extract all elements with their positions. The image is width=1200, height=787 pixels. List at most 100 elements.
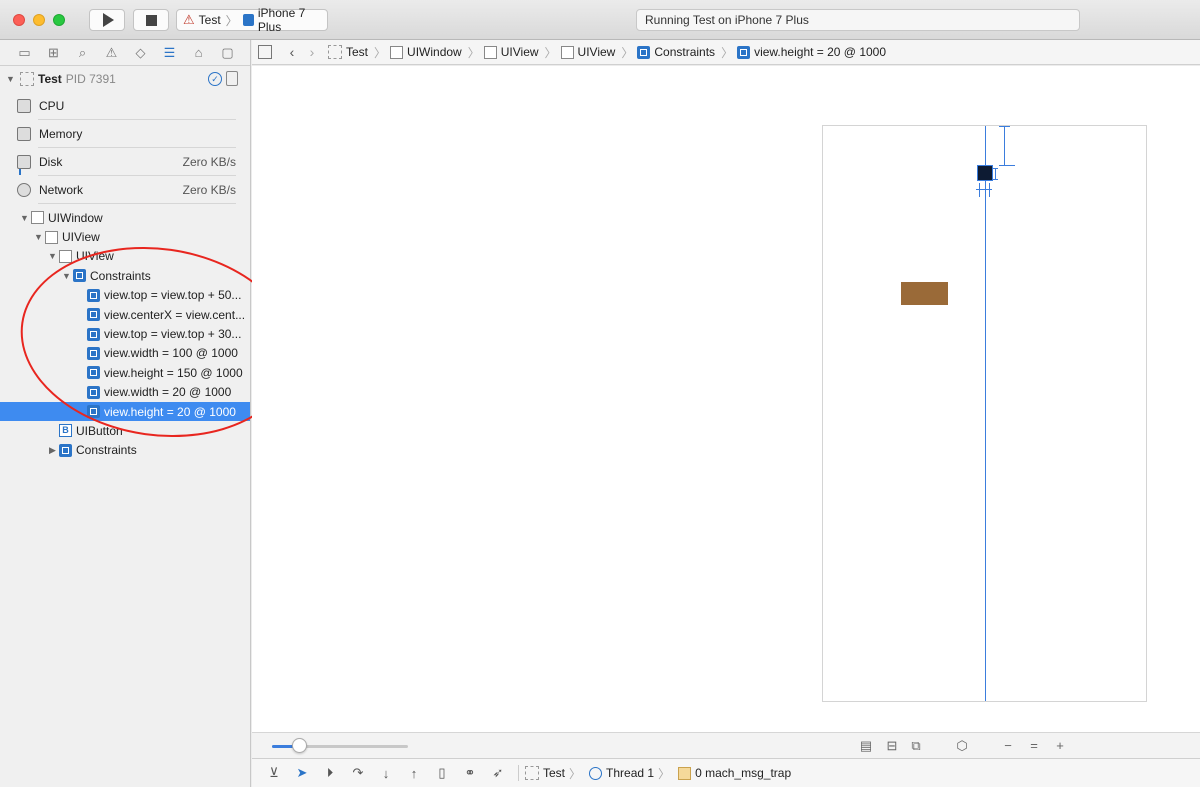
constraints-group-icon <box>59 443 72 457</box>
breadcrumb-item[interactable]: UIView 〉 <box>560 44 633 61</box>
constraints-group-icon <box>73 269 86 283</box>
gauge-memory[interactable]: Memory <box>0 120 250 148</box>
orient-3d-icon[interactable]: ⬡ <box>954 738 970 754</box>
gauge-label: Disk <box>39 155 63 169</box>
tree-row[interactable]: view.top = view.top + 30... <box>0 324 250 343</box>
tree-row-label: UIView <box>76 249 114 264</box>
tree-row[interactable]: view.top = view.top + 50... <box>0 286 250 305</box>
report-icon[interactable]: ▢ <box>213 43 242 63</box>
navigator-tabs: ▭ ⊞ ⌕ ⚠ ◇ ☰ ⌂ ▢ <box>0 40 250 66</box>
gauge-disk[interactable]: Disk Zero KB/s <box>0 148 250 176</box>
constraint-cap <box>993 179 998 180</box>
disclosure-open-icon[interactable]: ▼ <box>60 271 73 281</box>
tree-row[interactable]: ▼ UIWindow <box>0 208 250 227</box>
thread-icon <box>589 766 603 780</box>
disclosure-open-icon[interactable]: ▼ <box>46 251 59 261</box>
selected-view[interactable] <box>977 165 993 181</box>
process-pid: PID 7391 <box>65 72 116 86</box>
run-button[interactable] <box>89 9 125 31</box>
close-window-button[interactable] <box>13 14 25 26</box>
gauge-value: Zero KB/s <box>182 183 236 197</box>
breadcrumb-label: UIView <box>500 45 539 59</box>
show-constraints-icon[interactable]: ⊟ <box>884 738 900 754</box>
breakpoint-diamond-icon[interactable]: ◇ <box>126 43 155 63</box>
disclosure-open-icon[interactable]: ▼ <box>18 213 31 223</box>
activity-viewer: Running Test on iPhone 7 Plus <box>636 9 1080 31</box>
button-icon: B <box>59 424 72 438</box>
breadcrumb-item[interactable]: UIView 〉 <box>483 44 557 61</box>
stop-button[interactable] <box>133 9 169 31</box>
zoom-slider-knob[interactable] <box>292 738 308 753</box>
view-hierarchy-tree: ▼ UIWindow ▼ UIView ▼ UIView ▼ Constraints view.… <box>0 208 250 460</box>
hierarchy-icon[interactable]: ⊞ <box>39 43 68 63</box>
forward-arrow-icon[interactable]: › <box>302 44 322 60</box>
tree-row[interactable]: view.width = 20 @ 1000 <box>0 383 250 402</box>
process-row[interactable]: ▼ Test PID 7391 ✓ <box>0 66 250 92</box>
related-items-icon[interactable] <box>258 45 272 59</box>
disclosure-open-icon[interactable]: ▼ <box>6 74 16 84</box>
debug-process-label[interactable]: Test <box>543 766 565 780</box>
debug-view-hierarchy-icon[interactable]: ▯ <box>428 765 456 781</box>
folder-icon[interactable]: ▭ <box>10 43 39 63</box>
brown-view[interactable] <box>901 282 948 305</box>
constraint-cap <box>993 168 998 169</box>
tree-row[interactable]: view.centerX = view.cent... <box>0 305 250 324</box>
step-out-icon[interactable]: ↑ <box>400 766 428 781</box>
zoom-in-icon[interactable]: + <box>1052 738 1068 754</box>
back-arrow-icon[interactable]: ‹ <box>282 44 302 60</box>
view-debugger-canvas[interactable] <box>252 66 1200 732</box>
breakpoints-toggle-icon[interactable]: ➤ <box>288 765 316 781</box>
tree-row[interactable]: ▶ Constraints <box>0 441 250 460</box>
chevron-right-icon: 〉 <box>374 45 387 60</box>
tree-row[interactable]: view.width = 100 @ 1000 <box>0 344 250 363</box>
debug-list-icon[interactable]: ☰ <box>155 43 184 63</box>
warning-icon[interactable]: ⚠ <box>97 43 126 63</box>
breadcrumb-item[interactable]: UIWindow 〉 <box>390 44 480 61</box>
gauge-network[interactable]: Network Zero KB/s <box>0 176 250 204</box>
step-into-icon[interactable]: ↓ <box>372 766 400 781</box>
disclosure-closed-icon[interactable]: ▶ <box>46 445 59 456</box>
zoom-reset-icon[interactable]: = <box>1026 738 1042 754</box>
tree-row-label: view.width = 20 @ 1000 <box>104 385 232 400</box>
constraint-icon <box>87 385 100 399</box>
disclosure-open-icon[interactable]: ▼ <box>32 232 45 242</box>
zoom-out-icon[interactable]: − <box>1000 738 1016 754</box>
tree-row-label: view.height = 150 @ 1000 <box>104 365 243 380</box>
debug-thread-label[interactable]: Thread 1 <box>606 766 654 780</box>
hide-debug-area-icon[interactable]: ⊻ <box>260 765 288 781</box>
tree-row[interactable]: B UIButton <box>0 421 250 440</box>
constraint-icon <box>87 327 100 341</box>
breadcrumb-item[interactable]: Test 〉 <box>328 44 386 61</box>
wireframe-icon[interactable]: ⧉ <box>908 738 924 754</box>
tree-row[interactable]: ▼ UIView <box>0 247 250 266</box>
view-icon <box>483 45 497 59</box>
network-icon <box>17 183 31 197</box>
tree-row[interactable]: ▼ Constraints <box>0 266 250 285</box>
zoom-window-button[interactable] <box>53 14 65 26</box>
clip-content-icon[interactable]: ▤ <box>858 738 874 754</box>
tag-icon[interactable]: ⌂ <box>184 43 213 63</box>
view-mode-icon[interactable] <box>226 71 238 86</box>
constraint-icon <box>87 288 100 302</box>
debug-frame-label[interactable]: 0 mach_msg_trap <box>695 766 791 780</box>
simulate-location-icon[interactable]: ➶ <box>484 765 512 781</box>
breadcrumb-label: Test <box>346 45 369 59</box>
memory-graph-icon[interactable]: ⚭ <box>456 765 484 781</box>
cpu-icon <box>17 99 31 113</box>
breadcrumb-item[interactable]: Constraints 〉 <box>637 44 733 61</box>
tree-row[interactable]: view.height = 20 @ 1000 <box>0 401 250 422</box>
minimize-window-button[interactable] <box>33 14 45 26</box>
gauge-toggle-icon[interactable]: ✓ <box>208 72 222 86</box>
step-over-icon[interactable]: ↷ <box>344 765 372 781</box>
play-icon <box>103 13 114 27</box>
breadcrumb-label: UIView <box>577 45 616 59</box>
tree-row[interactable]: ▼ UIView <box>0 227 250 246</box>
breadcrumb-label: UIWindow <box>407 45 462 59</box>
breadcrumb-item[interactable]: view.height = 20 @ 1000 <box>737 45 886 59</box>
tree-row[interactable]: view.height = 150 @ 1000 <box>0 363 250 382</box>
gauge-cpu[interactable]: CPU <box>0 92 250 120</box>
continue-icon[interactable]: ⏵ <box>316 765 344 781</box>
scheme-selector[interactable]: ⚠ Test 〉 iPhone 7 Plus <box>176 6 328 34</box>
search-icon[interactable]: ⌕ <box>68 43 97 63</box>
gauge-label: Memory <box>39 127 83 141</box>
